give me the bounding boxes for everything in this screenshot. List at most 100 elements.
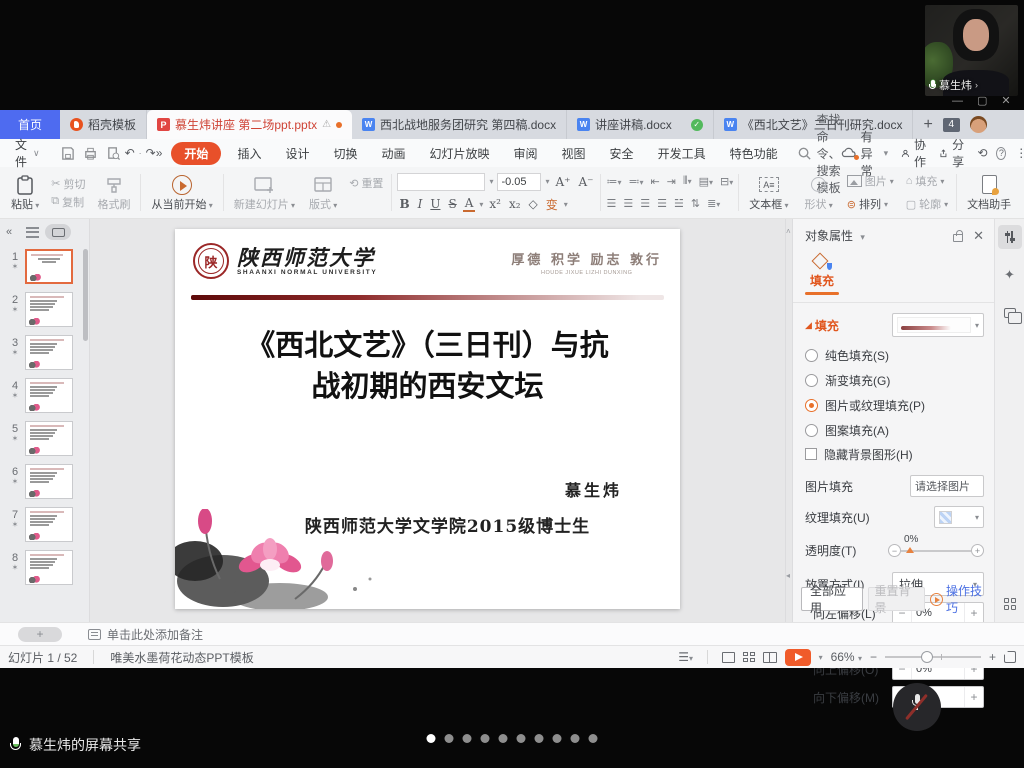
align-left-icon[interactable]: ☰ <box>606 197 616 210</box>
bold-icon[interactable]: B <box>397 197 411 211</box>
strikethrough-icon[interactable]: S <box>446 197 458 211</box>
undo-icon[interactable]: ↶ <box>125 146 135 160</box>
reading-view-icon[interactable] <box>763 652 777 663</box>
tab-doc-research4[interactable]: W 西北战地服务团研究 第四稿.docx <box>352 110 567 139</box>
undo-dropdown-icon[interactable]: · <box>139 148 142 158</box>
slide-sorter-icon[interactable] <box>743 652 755 662</box>
save-icon[interactable] <box>60 146 75 161</box>
increase-indent-icon[interactable]: ⇥ <box>667 175 676 188</box>
menu-item-插入[interactable]: 插入 <box>229 142 269 165</box>
menu-item-开始[interactable]: 开始 <box>171 142 221 165</box>
print-icon[interactable] <box>83 146 98 161</box>
align-center-icon[interactable]: ☰ <box>623 197 633 210</box>
tips-link[interactable]: 操作技巧 <box>930 582 988 616</box>
menu-item-审阅[interactable]: 审阅 <box>506 142 546 165</box>
decrease-font-icon[interactable]: A⁻ <box>576 175 595 189</box>
help-icon[interactable]: ? <box>996 147 1006 160</box>
page-dot-2[interactable] <box>445 734 454 743</box>
bullet-list-icon[interactable]: ≔▾ <box>606 175 621 188</box>
copy-button[interactable]: ⧉复制 <box>48 193 88 211</box>
page-dot-10[interactable] <box>589 734 598 743</box>
shapes-button[interactable]: 形状 ▾ <box>799 172 837 214</box>
slide-thumbnail-4[interactable]: 4✶ <box>0 374 89 417</box>
plus-icon[interactable]: + <box>965 690 983 704</box>
fullscreen-icon[interactable] <box>1004 651 1016 663</box>
selection-rail-button[interactable] <box>998 301 1022 325</box>
text-effect-icon[interactable]: 变 <box>544 196 560 213</box>
collapse-pane-icon[interactable]: « <box>6 226 12 238</box>
picture-button[interactable]: 图片▾ <box>844 172 897 190</box>
new-slide-button[interactable]: 新建幻灯片 ▾ <box>229 172 300 214</box>
history-sync-icon[interactable]: ⟲ <box>977 146 987 160</box>
slide-title[interactable]: 《西北文艺》（三日刊）与抗 战初期的西安文坛 <box>175 325 680 407</box>
outline-view-icon[interactable] <box>26 227 39 238</box>
paragraph-spacing-icon[interactable]: ≣▾ <box>707 197 720 210</box>
more-tools-icon[interactable]: » <box>156 146 163 160</box>
slide-canvas[interactable]: 陕 陕西师范大学 SHAANXI NORMAL UNIVERSITY 厚德 积学… <box>175 229 680 609</box>
section-collapse-icon[interactable]: ◢ <box>805 320 812 331</box>
menu-item-设计[interactable]: 设计 <box>277 142 317 165</box>
slide-thumbnail-6[interactable]: 6✶ <box>0 460 89 503</box>
pin-panel-icon[interactable] <box>953 234 963 242</box>
reset-button[interactable]: ⟲重置 <box>346 174 386 192</box>
slide-thumbnail-3[interactable]: 3✶ <box>0 331 89 374</box>
slide-author[interactable]: 慕生炜 <box>565 477 622 501</box>
format-painter-button[interactable]: 格式刷 <box>92 172 135 214</box>
numbered-list-icon[interactable]: ≕▾ <box>628 175 643 188</box>
pane-resize-handle[interactable]: ˄◂ <box>785 219 792 622</box>
menu-item-幻灯片放映[interactable]: 幻灯片放映 <box>422 142 498 165</box>
properties-rail-button[interactable] <box>998 225 1022 249</box>
tab-docer-templates[interactable]: 稻壳模板 <box>60 110 147 139</box>
zoom-percent[interactable]: 66% ▾ <box>831 650 862 664</box>
paste-button[interactable]: 粘贴 ▾ <box>6 172 44 214</box>
tab-doc-lecture[interactable]: W 讲座讲稿.docx ✓ <box>567 110 714 139</box>
zoom-slider[interactable] <box>885 650 981 664</box>
slide-thumbnail-2[interactable]: 2✶ <box>0 288 89 331</box>
notes-toggle-icon[interactable]: ☰▾ <box>678 650 693 664</box>
layout-button[interactable]: 版式 ▾ <box>304 172 342 214</box>
font-name-input[interactable] <box>397 173 485 191</box>
close-button[interactable]: ✕ <box>1001 96 1010 107</box>
share-button[interactable]: 分享 <box>939 136 968 170</box>
more-menu-icon[interactable]: ⋮ <box>1015 146 1024 160</box>
menu-item-动画[interactable]: 动画 <box>373 142 413 165</box>
align-right-icon[interactable]: ☰ <box>640 197 650 210</box>
page-dot-3[interactable] <box>463 734 472 743</box>
collaborate-button[interactable]: 协作 <box>901 136 930 170</box>
transparency-plus-button[interactable]: + <box>971 544 984 557</box>
menu-item-特色功能[interactable]: 特色功能 <box>722 142 786 165</box>
fill-tab[interactable]: 填充 <box>805 252 839 295</box>
add-slide-button[interactable]: + <box>18 627 62 642</box>
columns-icon[interactable]: ▤▾ <box>699 175 713 188</box>
hide-background-checkbox[interactable]: 隐藏背景图形(H) <box>805 442 984 466</box>
webcam-video[interactable]: 慕生炜 › <box>925 5 1018 96</box>
tab-home[interactable]: 首页 <box>0 110 60 139</box>
italic-icon[interactable]: I <box>416 197 425 211</box>
slide-thumbnail-8[interactable]: 8✶ <box>0 546 89 589</box>
line-spacing-icon[interactable]: ⇅ <box>691 197 700 210</box>
page-dot-7[interactable] <box>535 734 544 743</box>
page-dot-5[interactable] <box>499 734 508 743</box>
menu-item-安全[interactable]: 安全 <box>602 142 642 165</box>
transparency-slider[interactable]: 0% − + <box>888 537 984 563</box>
text-direction-icon[interactable]: ⫴▾ <box>683 175 692 188</box>
zoom-out-button[interactable]: − <box>870 650 877 664</box>
cut-button[interactable]: ✂剪切 <box>48 175 88 193</box>
page-dot-6[interactable] <box>517 734 526 743</box>
fill-button[interactable]: ⌂填充▾ <box>903 172 951 190</box>
subscript-icon[interactable]: x₂ <box>507 197 523 211</box>
menu-item-开发工具[interactable]: 开发工具 <box>650 142 714 165</box>
insert-symbol-icon[interactable]: ⊟▾ <box>720 175 733 188</box>
present-tools-button[interactable]: 演示工具 ▾ <box>1020 172 1024 214</box>
superscript-icon[interactable]: x² <box>487 197 503 211</box>
doc-assistant-button[interactable]: 文档助手 <box>962 172 1016 214</box>
minimize-button[interactable]: — <box>952 96 963 107</box>
play-from-current-button[interactable]: 从当前开始 ▾ <box>146 172 217 214</box>
align-justify-icon[interactable]: ☰ <box>657 197 667 210</box>
tab-active-presentation[interactable]: P 慕生炜讲座 第二场ppt.pptx ⚠ <box>147 110 352 139</box>
file-menu[interactable]: 文件 <box>15 136 27 170</box>
print-preview-icon[interactable] <box>106 146 121 161</box>
align-distribute-icon[interactable]: ☱ <box>674 197 684 210</box>
zoom-knob[interactable] <box>921 651 933 663</box>
thumbnail-scrollbar[interactable] <box>83 249 88 341</box>
